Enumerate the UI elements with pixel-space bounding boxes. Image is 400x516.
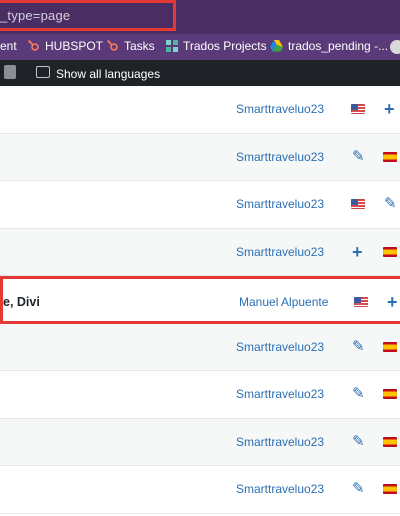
flag-us-icon [351,199,365,209]
add-translation-icon[interactable]: + [352,243,363,261]
url-text[interactable]: _type=page [0,8,70,23]
flag-es-icon [383,436,397,447]
table-row[interactable]: Smarttraveluo23 + [0,86,400,134]
row-author-link[interactable]: Manuel Alpuente [239,295,328,309]
edit-translation-icon[interactable]: ✎ [352,433,365,451]
flag-es-icon [383,341,397,352]
bookmark-overflow-icon[interactable] [390,40,400,54]
show-all-languages-link[interactable]: Show all languages [56,67,160,81]
flag-es-icon [383,151,397,162]
edit-translation-icon[interactable]: ✎ [352,338,365,356]
bookmark-item-hubspot[interactable]: HUBSPOT [28,39,103,53]
flag-us-icon [354,297,368,307]
edit-translation-icon[interactable]: ✎ [352,385,365,403]
translate-icon [36,66,50,78]
flag-es-icon [383,484,397,494]
bookmark-label: HUBSPOT [45,39,104,53]
row-author-link[interactable]: Smarttraveluo23 [236,197,324,211]
table-row[interactable]: Smarttraveluo23 ✎ [0,371,400,419]
table-row[interactable]: Smarttraveluo23 ✎ [0,133,400,181]
add-translation-icon[interactable]: + [384,100,395,118]
hubspot-icon [28,40,39,51]
table-row[interactable]: Smarttraveluo23 ✎ [0,418,400,466]
flag-es-icon [383,389,397,399]
edit-translation-icon[interactable]: ✎ [384,195,397,213]
bookmark-label: Tasks [124,39,155,53]
row-author-link[interactable]: Smarttraveluo23 [236,340,324,354]
table-row[interactable]: Smarttraveluo23 ✎ [0,181,400,229]
flag-es-icon [383,246,397,257]
edit-translation-icon[interactable]: ✎ [352,480,365,498]
bookmark-item-trados-pending[interactable]: trados_pending -... [270,39,388,53]
row-author-link[interactable]: Smarttraveluo23 [236,102,324,116]
table-row[interactable]: Smarttraveluo23 ✎ [0,323,400,371]
row-author-link[interactable]: Smarttraveluo23 [236,245,324,259]
yoast-icon[interactable] [4,65,16,79]
row-author-link[interactable]: Smarttraveluo23 [236,482,324,496]
bookmarks-bar: ent HUBSPOT Tasks Trados Projects trados… [0,34,400,60]
wp-admin-bar: Show all languages [0,60,400,86]
bookmark-label: ent [0,39,17,53]
bookmark-item-trados-projects[interactable]: Trados Projects [166,39,267,53]
hubspot-icon [107,40,118,51]
drive-icon [270,40,283,52]
table-row[interactable]: Smarttraveluo23 + [0,228,400,276]
row-author-link[interactable]: Smarttraveluo23 [236,150,324,164]
bookmark-item-tasks[interactable]: Tasks [107,39,155,53]
bookmark-label: Trados Projects [183,39,267,53]
posts-table: Smarttraveluo23 + Smarttraveluo23 ✎ Smarttra… [0,86,400,514]
table-row[interactable]: Smarttraveluo23 ✎ [0,466,400,514]
row-title[interactable]: e, Divi [3,295,40,309]
row-author-link[interactable]: Smarttraveluo23 [236,435,324,449]
flag-us-icon [351,104,365,114]
trados-icon [166,40,178,52]
bookmark-label: trados_pending -... [288,39,389,53]
bookmark-item-ent[interactable]: ent [0,39,17,53]
row-author-link[interactable]: Smarttraveluo23 [236,387,324,401]
browser-url-bar[interactable]: _type=page [0,0,400,34]
table-row[interactable]: e, Divi Manuel Alpuente + [0,276,400,324]
add-translation-icon[interactable]: + [387,293,398,311]
edit-translation-icon[interactable]: ✎ [352,148,365,166]
